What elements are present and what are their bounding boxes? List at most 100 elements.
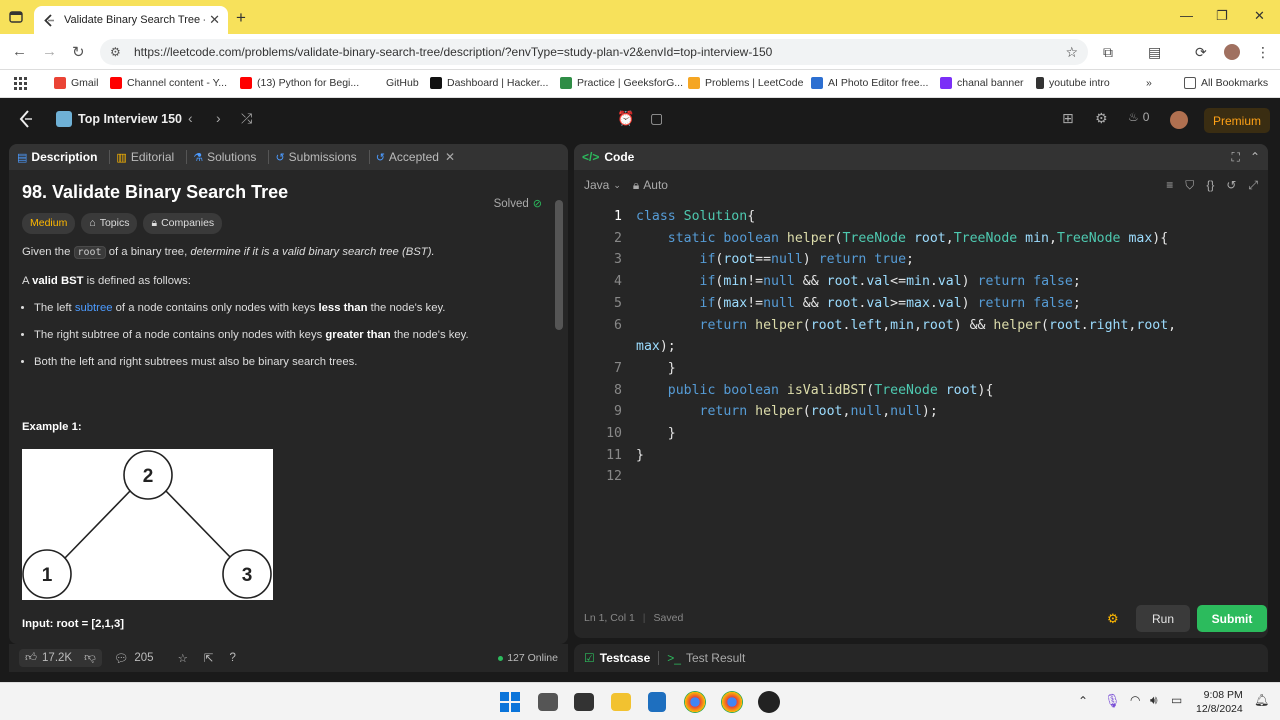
share-icon[interactable]: ⇱ [204,651,214,665]
line-number: 4 [614,274,622,290]
wifi-icon[interactable]: ◠ [1130,693,1140,707]
bookmark-github[interactable]: GitHub [368,77,419,89]
obs-recorder-icon[interactable] [758,691,780,713]
reading-list-icon[interactable]: ▤ [1148,44,1161,61]
autocomplete-toggle[interactable]: 🔒︎ Auto [633,178,668,193]
close-tab-icon[interactable]: ✕ [445,150,455,164]
start-icon[interactable] [499,691,521,713]
comments-button[interactable]: 💬︎ 205 [114,651,154,665]
tab-description[interactable]: ▤ Description [17,150,97,164]
bookmark-star-icon[interactable]: ☆ [1065,44,1078,61]
profile-avatar[interactable] [1224,44,1240,60]
tab-solutions[interactable]: ⚗ Solutions [193,150,256,164]
close-window-icon[interactable]: ✕ [1254,8,1265,24]
streak-counter[interactable]: ♨ 0 [1128,110,1149,124]
topics-chip[interactable]: ⌂ Topics [81,213,138,234]
menu-icon[interactable]: ⋮ [1256,44,1270,61]
tab-test-result[interactable]: >_ Test Result [667,651,745,665]
shuffle-icon[interactable]: ⤮ [241,110,252,127]
next-problem-icon[interactable]: › [216,110,221,126]
system-clock[interactable]: 9:08 PM 12/8/2024 [1196,688,1243,716]
bookmark-icon[interactable]: ⛉ [1185,178,1194,193]
tab-label: Testcase [599,651,651,665]
prev-problem-icon[interactable]: ‹ [188,110,193,126]
tab-accepted[interactable]: ↺ Accepted ✕ [376,150,455,164]
minimize-icon[interactable]: — [1180,8,1193,23]
sync-icon[interactable]: ⟳ [1195,44,1207,61]
url-bar[interactable]: ⚙ https://leetcode.com/problems/validate… [100,39,1088,65]
bookmark-youtube-studio[interactable]: Channel content - Y... [110,77,227,89]
microphone-icon[interactable]: 🎙︎ [1104,693,1121,709]
study-plan-button[interactable]: Top Interview 150 [56,111,182,127]
debugger-icon[interactable]: ⚙ [1107,611,1119,627]
description-footer: 👍︎ 17.2K 👎︎ 💬︎ 205 ☆ ⇱ ? 127 Online [9,644,568,672]
close-tab-icon[interactable]: ✕ [209,12,220,28]
example-title: Example 1: [22,421,82,433]
maximize-icon[interactable]: ⛶ [1232,150,1240,165]
subtree-link[interactable]: subtree [75,302,113,314]
layout-grid-icon[interactable]: ⊞ [1062,110,1074,127]
chrome-icon[interactable] [721,691,743,713]
restore-icon[interactable]: ❐ [1216,8,1228,24]
code-editor[interactable]: 1 2 3 4 5 6 7 8 9 10 11 12 class Solutio… [574,200,1268,604]
line-number: 10 [606,426,622,442]
site-info-icon[interactable]: ⚙ [110,45,124,59]
leetcode-logo-icon[interactable] [18,110,34,133]
bookmark-python[interactable]: (13) Python for Begi... [240,77,359,89]
fullscreen-icon[interactable]: ⤢ [1248,178,1258,193]
debug-icon[interactable]: ⏰ [617,110,634,127]
code-lines[interactable]: class Solution{ static boolean helper(Tr… [636,206,1176,488]
reset-icon[interactable]: ↺ [1226,178,1236,192]
volume-icon[interactable]: 🔊︎ [1150,693,1158,708]
file-explorer-icon[interactable] [611,693,631,711]
extensions-icon[interactable]: ⧉ [1103,44,1113,61]
battery-icon[interactable]: ▭ [1171,693,1182,707]
bookmark-youtube-intro[interactable]: youtube intro [1036,77,1110,89]
language-select[interactable]: Java ⌄ [584,178,621,192]
like-button[interactable]: 👍︎ 17.2K 👎︎ [19,649,102,667]
companies-chip[interactable]: 🔒︎ Companies [143,213,223,234]
terminal-app-icon[interactable] [574,693,594,711]
description-scrollbar[interactable] [555,200,563,330]
problem-title[interactable]: 98. Validate Binary Search Tree [22,183,555,201]
submit-button[interactable]: Submit [1197,605,1267,632]
note-icon[interactable]: ▢ [650,110,663,127]
premium-button[interactable]: Premium [1204,108,1270,133]
problem-description: 98. Validate Binary Search Tree Solved ⊘ … [9,170,568,644]
bookmark-leetcode[interactable]: Problems | LeetCode [688,77,803,89]
thumbs-down-icon[interactable]: 👎︎ [84,651,96,665]
bookmark-channel-banner[interactable]: chanal banner [940,77,1024,89]
tray-chevron-up-icon[interactable]: ⌃ [1078,694,1088,708]
reload-icon[interactable]: ↻ [72,43,85,61]
task-view-icon[interactable] [538,693,558,711]
browser-tab-active[interactable]: Validate Binary Search Tree - Le ✕ [34,6,228,34]
bookmark-hackerrank[interactable]: Dashboard | Hacker... [430,77,548,89]
back-icon[interactable]: ← [12,43,27,60]
line-number: 8 [614,382,622,398]
bookmark-photo-editor[interactable]: AI Photo Editor free... [811,77,928,89]
format-icon[interactable]: ≡ [1166,178,1173,192]
user-avatar[interactable] [1170,111,1188,129]
all-bookmarks[interactable]: All Bookmarks [1184,77,1268,89]
collapse-icon[interactable]: ⌃ [1250,150,1260,164]
calculator-icon[interactable] [648,692,666,712]
help-icon[interactable]: ? [230,652,236,664]
forward-icon[interactable]: → [42,43,57,60]
bookmark-geeksforgeeks[interactable]: Practice | GeeksforG... [560,77,683,89]
settings-gear-icon[interactable]: ⚙ [1095,110,1108,127]
code-line: } [636,426,676,442]
more-bookmarks-icon[interactable]: » [1146,77,1152,89]
chrome-icon[interactable] [684,691,706,713]
braces-icon[interactable]: {} [1206,178,1214,192]
run-button[interactable]: Run [1136,605,1190,632]
favorite-star-icon[interactable]: ☆ [178,651,188,665]
code-line: return helper(root,null,null); [699,404,938,420]
apps-icon[interactable] [14,77,27,90]
new-tab-icon[interactable]: + [236,8,246,28]
tab-search-icon[interactable] [8,9,24,25]
tab-editorial[interactable]: ▥ Editorial [116,150,174,164]
bookmark-gmail[interactable]: Gmail [54,77,98,89]
tab-submissions[interactable]: ↺ Submissions [275,150,356,164]
tab-testcase[interactable]: ☑ Testcase [584,651,650,665]
notification-bell-icon[interactable]: 🔔︎ [1254,693,1269,707]
